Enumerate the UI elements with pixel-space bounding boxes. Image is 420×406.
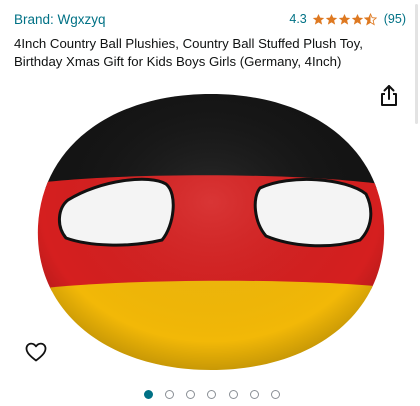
share-button[interactable] [378,84,400,108]
star-half-icon [363,12,377,25]
right-eye [253,178,373,248]
carousel-dot[interactable] [186,389,196,399]
scrollbar[interactable] [415,4,418,124]
heart-icon [25,342,47,362]
wishlist-button[interactable] [24,340,48,364]
rating-value: 4.3 [289,12,307,26]
share-icon [381,85,397,106]
carousel-dot[interactable] [144,389,153,399]
review-count: (95) [383,12,406,26]
star-rating [312,12,377,26]
product-image[interactable] [28,76,394,376]
product-title: 4Inch Country Ball Plushies, Country Bal… [14,36,363,69]
header-row: Brand: Wgxzyq 4.3 (95) [14,10,406,28]
star-icon [325,13,337,25]
rating-summary[interactable]: 4.3 (95) [289,12,406,26]
carousel-dot[interactable] [249,389,259,399]
carousel-dots [144,388,280,400]
brand-link[interactable]: Brand: Wgxzyq [14,12,106,27]
star-icon [351,13,363,25]
star-icon [312,13,324,25]
carousel-dot[interactable] [165,389,175,399]
carousel-dot[interactable] [207,389,217,399]
carousel-dot[interactable] [270,389,280,399]
carousel-dot[interactable] [228,389,238,399]
star-icon [338,13,350,25]
